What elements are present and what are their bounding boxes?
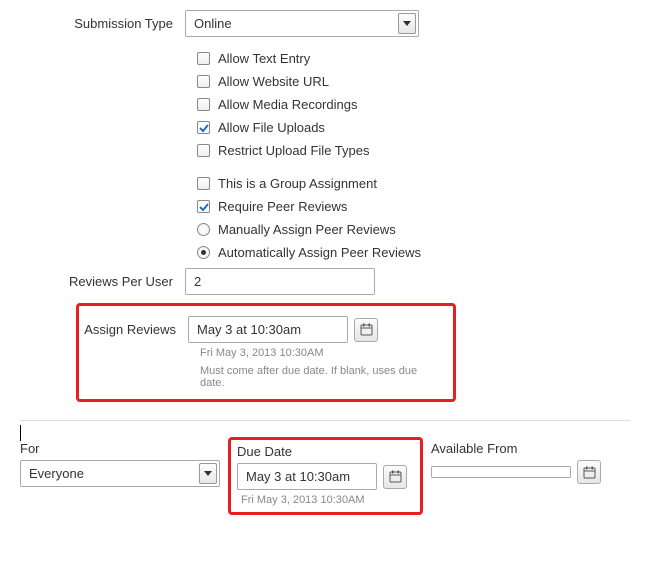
manually-assign-radio[interactable]	[197, 223, 210, 236]
calendar-icon	[360, 323, 373, 336]
assign-reviews-input[interactable]: May 3 at 10:30am	[188, 316, 348, 343]
calendar-icon	[389, 470, 402, 483]
allow-website-url-checkbox[interactable]	[197, 75, 210, 88]
for-value: Everyone	[21, 461, 219, 486]
section-divider	[20, 420, 630, 421]
chevron-down-icon	[398, 13, 416, 34]
auto-assign-radio[interactable]	[197, 246, 210, 259]
allow-media-recordings-label: Allow Media Recordings	[218, 97, 357, 112]
available-from-label: Available From	[431, 441, 626, 456]
text-cursor	[20, 425, 21, 441]
for-select[interactable]: Everyone	[20, 460, 220, 487]
due-date-input[interactable]: May 3 at 10:30am	[237, 463, 377, 490]
due-date-subtext: Fri May 3, 2013 10:30AM	[241, 494, 414, 506]
allow-file-uploads-label: Allow File Uploads	[218, 120, 325, 135]
available-from-input[interactable]	[431, 466, 571, 478]
auto-assign-label: Automatically Assign Peer Reviews	[218, 245, 421, 260]
submission-type-select[interactable]: Online	[185, 10, 419, 37]
assign-reviews-subtext: Fri May 3, 2013 10:30AM	[200, 347, 441, 359]
allow-media-recordings-checkbox[interactable]	[197, 98, 210, 111]
allow-website-url-label: Allow Website URL	[218, 74, 329, 89]
for-label: For	[20, 441, 220, 456]
allow-text-entry-checkbox[interactable]	[197, 52, 210, 65]
submission-type-label: Submission Type	[20, 16, 185, 31]
manually-assign-label: Manually Assign Peer Reviews	[218, 222, 396, 237]
require-peer-reviews-checkbox[interactable]	[197, 200, 210, 213]
allow-text-entry-label: Allow Text Entry	[218, 51, 310, 66]
chevron-down-icon	[199, 463, 217, 484]
restrict-upload-types-checkbox[interactable]	[197, 144, 210, 157]
submission-type-value: Online	[186, 11, 418, 36]
available-from-calendar-button[interactable]	[577, 460, 601, 484]
assign-reviews-highlight: Assign Reviews May 3 at 10:30am Fri May …	[76, 303, 456, 402]
require-peer-reviews-label: Require Peer Reviews	[218, 199, 347, 214]
assign-reviews-calendar-button[interactable]	[354, 318, 378, 342]
reviews-per-user-label: Reviews Per User	[20, 274, 185, 289]
group-assignment-checkbox[interactable]	[197, 177, 210, 190]
allow-file-uploads-checkbox[interactable]	[197, 121, 210, 134]
assign-reviews-label: Assign Reviews	[79, 322, 188, 337]
assign-reviews-help: Must come after due date. If blank, uses…	[200, 365, 441, 389]
reviews-per-user-input[interactable]: 2	[185, 268, 375, 295]
due-date-highlight: Due Date May 3 at 10:30am Fri May 3, 201…	[228, 437, 423, 515]
group-assignment-label: This is a Group Assignment	[218, 176, 377, 191]
calendar-icon	[583, 466, 596, 479]
restrict-upload-types-label: Restrict Upload File Types	[218, 143, 370, 158]
due-date-calendar-button[interactable]	[383, 465, 407, 489]
due-date-label: Due Date	[237, 444, 414, 459]
